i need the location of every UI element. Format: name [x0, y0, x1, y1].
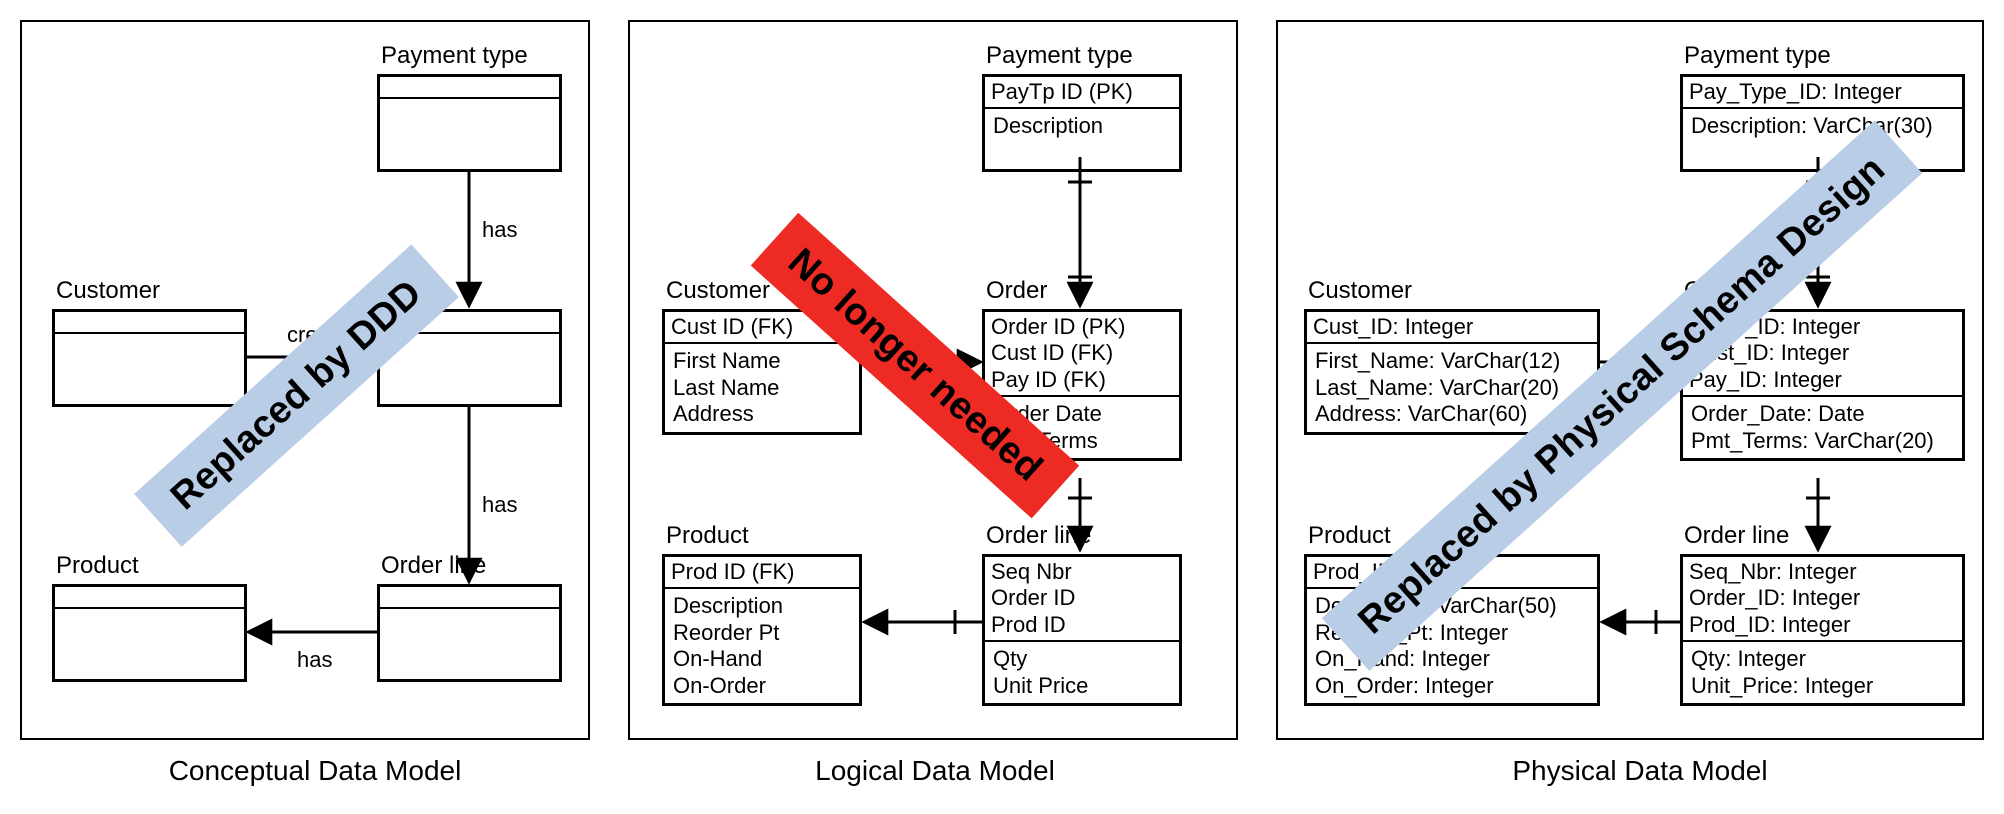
field: First Name: [673, 348, 851, 374]
field: Seq Nbr: [991, 559, 1173, 585]
field: First_Name: VarChar(12): [1315, 348, 1589, 374]
field: Description: [673, 593, 851, 619]
field: Prod ID (FK): [665, 557, 859, 589]
field: On-Order: [673, 673, 851, 699]
field: Qty: [993, 646, 1171, 672]
field: Pmt_Terms: VarChar(20): [1691, 428, 1954, 454]
field: Reorder Pt: [673, 620, 851, 646]
field: On-Hand: [673, 646, 851, 672]
entity-order-line: Order line Seq Nbr Order ID Prod ID Qty …: [982, 522, 1182, 706]
field: Pay_ID: Integer: [1689, 367, 1956, 393]
entity-title: Payment type: [1684, 42, 1965, 70]
caption-conceptual: Conceptual Data Model: [140, 755, 490, 787]
diagram-stage: Payment type Customer Order Order line: [0, 0, 2004, 814]
entity-title: Payment type: [381, 42, 562, 70]
field: Description: [985, 109, 1179, 169]
entity-product: Product Prod ID (FK) Description Reorder…: [662, 522, 862, 706]
field: PayTp ID (PK): [985, 77, 1179, 109]
caption-logical: Logical Data Model: [785, 755, 1085, 787]
field: Address: [673, 401, 851, 427]
field: Description: VarChar(30): [1683, 109, 1962, 169]
field: Qty: Integer: [1691, 646, 1954, 672]
field: Pay ID (FK): [991, 367, 1173, 393]
relation-has-3: has: [297, 647, 332, 673]
field: Prod_ID: Integer: [1689, 612, 1956, 638]
relation-has-1: has: [482, 217, 517, 243]
field: Unit_Price: Integer: [1691, 673, 1954, 699]
field: Seq_Nbr: Integer: [1689, 559, 1956, 585]
field: On_Order: Integer: [1315, 673, 1589, 699]
entity-title: Order line: [381, 552, 562, 580]
field: Order ID: [991, 585, 1173, 611]
entity-payment-type: Payment type Pay_Type_ID: Integer Descri…: [1680, 42, 1965, 172]
field: Last_Name: VarChar(20): [1315, 375, 1589, 401]
entity-customer: Customer: [52, 277, 247, 407]
field: Order ID (PK): [991, 314, 1173, 340]
field: Unit Price: [993, 673, 1171, 699]
field: Cust ID (FK): [991, 340, 1173, 366]
entity-title: Order line: [1684, 522, 1965, 550]
entity-title: Customer: [56, 277, 247, 305]
entity-title: Product: [56, 552, 247, 580]
field: Prod ID: [991, 612, 1173, 638]
entity-title: Payment type: [986, 42, 1182, 70]
entity-title: Customer: [1308, 277, 1600, 305]
entity-order-line: Order line: [377, 552, 562, 682]
entity-title: Order: [986, 277, 1182, 305]
field: Last Name: [673, 375, 851, 401]
relation-has-2: has: [482, 492, 517, 518]
entity-title: Product: [666, 522, 862, 550]
entity-payment-type: Payment type PayTp ID (PK) Description: [982, 42, 1182, 172]
entity-order-line: Order line Seq_Nbr: Integer Order_ID: In…: [1680, 522, 1965, 706]
field: Pay_Type_ID: Integer: [1683, 77, 1962, 109]
field: Order_Date: Date: [1691, 401, 1954, 427]
entity-payment-type: Payment type: [377, 42, 562, 172]
entity-title: Order line: [986, 522, 1182, 550]
entity-product: Product: [52, 552, 247, 682]
field: Order_ID: Integer: [1689, 585, 1956, 611]
caption-physical: Physical Data Model: [1480, 755, 1800, 787]
field: Cust_ID: Integer: [1307, 312, 1597, 344]
